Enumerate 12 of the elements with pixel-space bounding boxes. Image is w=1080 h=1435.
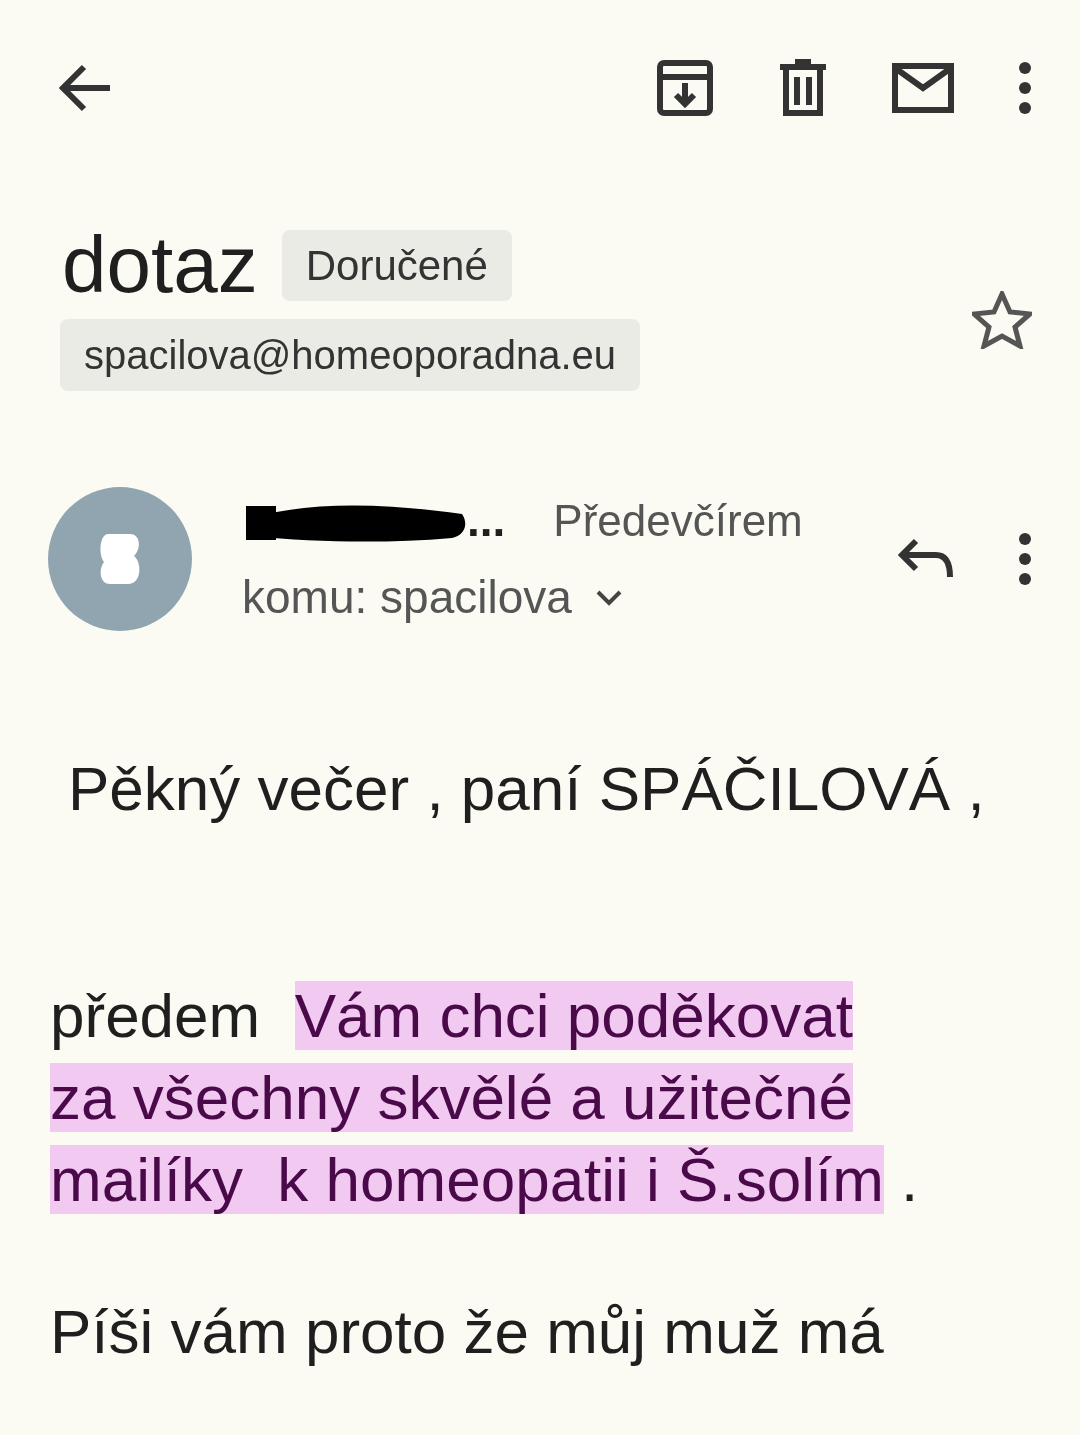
email-address-label: spacilova@homeoporadna.eu bbox=[60, 319, 641, 391]
body-paragraph: předem Vám chci poděkovat za všechny skvělé a užitečné mailíky k homeopatii i Š.solím . bbox=[49, 980, 920, 1216]
sender-name: ... bbox=[467, 493, 506, 548]
chevron-icon bbox=[595, 589, 622, 606]
more-icon bbox=[1018, 532, 1032, 586]
date-text: Předevčírem bbox=[553, 494, 803, 547]
email-subject: dotaz bbox=[62, 225, 258, 305]
body-paragraph: Píši vám proto že můj muž má bbox=[49, 1296, 885, 1368]
inbox-label: Doručené bbox=[281, 229, 512, 301]
greeting-text: Pěkný večer , paní SPÁČILOVÁ , bbox=[67, 753, 986, 825]
recipient-toggle[interactable]: komu: spacilova bbox=[242, 563, 622, 632]
more-icon bbox=[1018, 60, 1032, 115]
